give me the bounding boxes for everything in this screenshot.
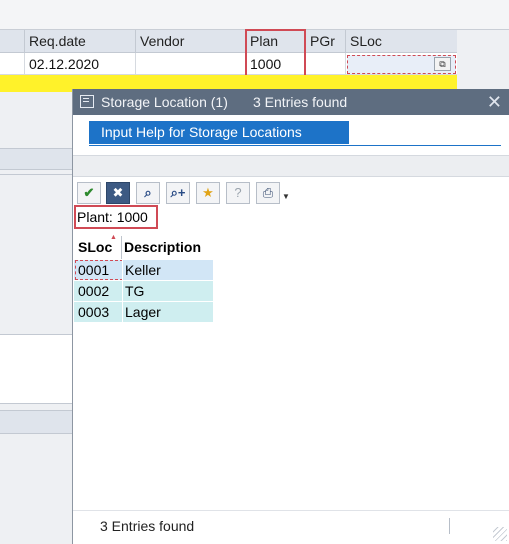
result-row[interactable]: 0003 Lager [74,301,213,322]
help-icon: ? [234,185,242,200]
col-req-date[interactable]: Req.date [25,30,136,53]
status-bar: 3 Entries found [73,510,509,544]
printer-icon: ⎙ [262,185,274,200]
description-value[interactable]: TG [125,281,144,301]
background-panel [0,174,72,312]
plant-highlight-box [245,29,306,77]
column-separator [122,260,123,280]
results-table: SLoc ▲ Description 0001 Keller 0002 TG 0… [74,234,213,322]
req-date-cell[interactable]: 02.12.2020 [25,53,136,75]
vendor-cell[interactable] [136,53,246,75]
find-next-button[interactable]: ⌕+ [166,182,190,204]
window-icon [80,95,94,108]
confirm-button[interactable]: ✔ [77,182,101,204]
col-vendor[interactable]: Vendor [136,30,246,53]
sloc-value[interactable]: 0002 [78,281,109,301]
pgr-cell[interactable] [306,53,346,75]
print-button[interactable]: ⎙ [256,182,280,204]
row-selector[interactable] [0,53,25,75]
restriction-bar [73,155,509,177]
value-help-icon[interactable]: ⧉ [434,57,451,71]
dialog-titlebar[interactable]: Storage Location (1) 3 Entries found ✕ [73,89,509,115]
storage-location-dialog: Storage Location (1) 3 Entries found ✕ I… [72,89,509,544]
close-icon[interactable]: ✕ [487,89,502,115]
background-section-footer [0,410,72,434]
sort-ascending-icon: ▲ [110,234,117,241]
star-add-icon: ★ [202,185,214,200]
sloc-value[interactable]: 0001 [78,260,109,280]
add-favorite-button[interactable]: ★ [196,182,220,204]
table-header: Req.date Vendor Plan PGr SLoc [0,30,457,53]
result-row[interactable]: 0001 Keller [74,259,213,280]
tab-input-help[interactable]: Input Help for Storage Locations [89,121,349,144]
dialog-title: Storage Location (1) [101,94,228,110]
cancel-icon: ✖ [112,185,124,200]
background-section-header [0,148,72,170]
background-panel-white [0,334,72,404]
plant-restriction-highlight [74,205,158,229]
header-description[interactable]: Description [124,236,201,259]
check-icon: ✔ [83,185,95,200]
top-strip [0,0,509,30]
col-sloc[interactable]: SLoc [346,30,457,53]
description-value[interactable]: Lager [125,302,161,322]
results-header: SLoc ▲ Description [74,234,213,259]
binoculars-icon: ⌕ [144,185,152,200]
result-row[interactable]: 0002 TG [74,280,213,301]
find-button[interactable]: ⌕ [136,182,160,204]
tab-underline [89,145,501,146]
dialog-entries-found: 3 Entries found [253,94,348,110]
column-separator [122,281,123,301]
description-value[interactable]: Keller [125,260,161,280]
binoculars-plus-icon: ⌕+ [170,185,186,200]
resize-grip-icon[interactable] [493,527,507,541]
dialog-toolbar: ✔ ✖ ⌕ ⌕+ ★ ? ⎙ ▼ [73,179,509,207]
dialog-subheader: Input Help for Storage Locations [73,115,509,145]
status-text: 3 Entries found [100,518,195,534]
cancel-button[interactable]: ✖ [106,182,130,204]
sloc-value[interactable]: 0003 [78,302,109,322]
col-pgr[interactable]: PGr [306,30,346,53]
print-dropdown-icon[interactable]: ▼ [282,182,290,204]
status-separator [449,518,450,534]
row-selector-header [0,30,25,53]
column-separator [122,302,123,322]
help-button[interactable]: ? [226,182,250,204]
